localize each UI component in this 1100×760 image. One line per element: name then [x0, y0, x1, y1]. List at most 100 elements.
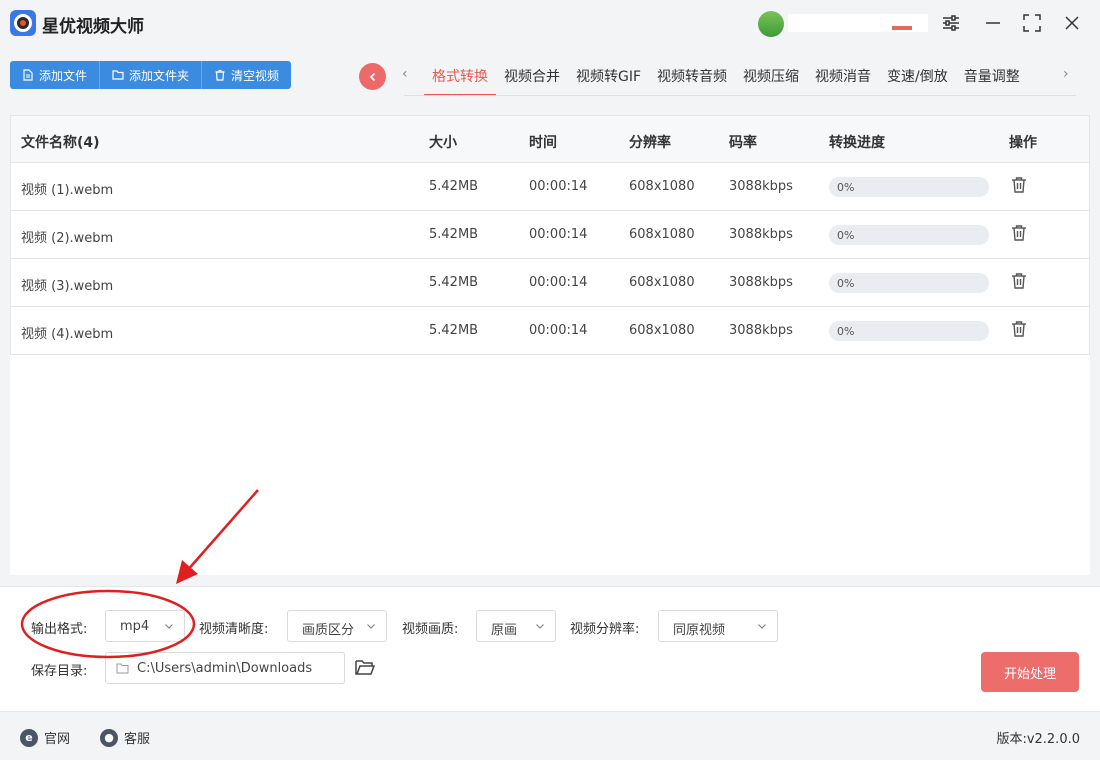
- progress-bar: 0%: [829, 273, 989, 293]
- clarity-label: 视频清晰度:: [199, 622, 269, 637]
- table-row[interactable]: 视频 (1).webm 5.42MB 00:00:14 608x1080 308…: [10, 163, 1090, 211]
- progress-bar: 0%: [829, 225, 989, 245]
- feature-tabs: 格式转换 视频合并 视频转GIF 视频转音频 视频压缩 视频消音 变速/倒放 音…: [424, 56, 1028, 96]
- file-resolution: 608x1080: [629, 275, 695, 290]
- chevron-down-icon: [758, 624, 766, 629]
- file-size: 5.42MB: [429, 227, 479, 242]
- file-resolution: 608x1080: [629, 179, 695, 194]
- tab-video-compress[interactable]: 视频压缩: [735, 56, 807, 96]
- support-link[interactable]: ● 客服: [100, 728, 150, 747]
- progress-text: 0%: [837, 181, 855, 194]
- footer-bar: e 官网 ● 客服 版本:v2.2.0.0: [0, 712, 1100, 760]
- tabs-next-chevron-icon[interactable]: ›: [1063, 66, 1069, 82]
- quality-label: 视频画质:: [402, 622, 459, 637]
- chat-icon: ●: [100, 728, 118, 747]
- resolution-select[interactable]: 同原视频: [658, 610, 778, 642]
- file-size: 5.42MB: [429, 275, 479, 290]
- trash-icon[interactable]: [1009, 271, 1029, 291]
- folder-open-icon[interactable]: [354, 657, 376, 677]
- progress-text: 0%: [837, 325, 855, 338]
- table-row[interactable]: 视频 (3).webm 5.42MB 00:00:14 608x1080 308…: [10, 259, 1090, 307]
- user-name-area[interactable]: [788, 14, 928, 32]
- file-bitrate: 3088kbps: [729, 227, 793, 242]
- chevron-down-icon: [536, 624, 544, 629]
- maximize-icon[interactable]: [1021, 12, 1043, 34]
- file-duration: 00:00:14: [529, 179, 588, 194]
- quality-value: 原画: [491, 623, 518, 638]
- file-resolution: 608x1080: [629, 227, 695, 242]
- user-avatar[interactable]: [758, 11, 784, 37]
- file-bitrate: 3088kbps: [729, 275, 793, 290]
- tabs-divider: [404, 95, 1076, 96]
- save-dir-label: 保存目录:: [31, 664, 88, 679]
- trash-icon[interactable]: [1009, 223, 1029, 243]
- file-name: 视频 (1).webm: [21, 183, 114, 198]
- website-link[interactable]: e 官网: [20, 728, 70, 747]
- progress-text: 0%: [837, 277, 855, 290]
- app-title: 星优视频大师: [42, 17, 144, 37]
- col-progress: 转换进度: [829, 135, 885, 151]
- toolbar-button-group: 添加文件 添加文件夹 清空视频: [10, 61, 292, 89]
- tab-format-convert[interactable]: 格式转换: [424, 56, 496, 96]
- file-icon: [23, 69, 33, 81]
- chevron-down-icon: [165, 624, 173, 629]
- tab-video-to-audio[interactable]: 视频转音频: [649, 56, 735, 96]
- clarity-select[interactable]: 画质区分: [287, 610, 387, 642]
- tab-speed-reverse[interactable]: 变速/倒放: [879, 56, 956, 96]
- clear-videos-button[interactable]: 清空视频: [202, 61, 291, 89]
- tab-video-to-gif[interactable]: 视频转GIF: [568, 56, 649, 96]
- progress-bar: 0%: [829, 321, 989, 341]
- table-header: 文件名称(4) 大小 时间 分辨率 码率 转换进度 操作: [10, 115, 1090, 163]
- add-file-label: 添加文件: [39, 68, 88, 83]
- start-processing-button[interactable]: 开始处理: [981, 652, 1079, 692]
- chevron-down-icon: [367, 624, 375, 629]
- file-bitrate: 3088kbps: [729, 179, 793, 194]
- tabs-prev-chevron-icon[interactable]: ‹: [402, 66, 408, 82]
- file-list-panel: 文件名称(4) 大小 时间 分辨率 码率 转换进度 操作 视频 (1).webm…: [10, 115, 1090, 575]
- tab-video-mute[interactable]: 视频消音: [807, 56, 879, 96]
- close-icon[interactable]: [1061, 12, 1083, 34]
- version-text: 版本:v2.2.0.0: [996, 732, 1080, 747]
- save-dir-value: C:\Users\admin\Downloads: [137, 661, 313, 676]
- output-format-select[interactable]: mp4: [105, 610, 185, 642]
- tab-video-merge[interactable]: 视频合并: [496, 56, 568, 96]
- file-duration: 00:00:14: [529, 275, 588, 290]
- trash-icon[interactable]: [1009, 175, 1029, 195]
- app-logo-icon: [10, 10, 36, 36]
- col-resolution: 分辨率: [629, 135, 671, 151]
- support-label: 客服: [124, 732, 151, 747]
- add-file-button[interactable]: 添加文件: [10, 61, 101, 89]
- file-bitrate: 3088kbps: [729, 323, 793, 338]
- folder-icon: [116, 663, 129, 674]
- globe-e-icon: e: [20, 728, 38, 747]
- minimize-icon[interactable]: [982, 12, 1004, 34]
- col-size: 大小: [429, 135, 457, 151]
- settings-sliders-icon[interactable]: [940, 12, 962, 34]
- add-folder-label: 添加文件夹: [129, 68, 190, 83]
- col-bitrate: 码率: [729, 135, 757, 151]
- chevron-left-icon: [369, 72, 375, 81]
- file-name: 视频 (2).webm: [21, 231, 114, 246]
- output-settings-panel: [0, 586, 1100, 712]
- file-name: 视频 (4).webm: [21, 327, 114, 342]
- file-size: 5.42MB: [429, 179, 479, 194]
- collapse-button[interactable]: [359, 63, 386, 90]
- file-duration: 00:00:14: [529, 323, 588, 338]
- file-size: 5.42MB: [429, 323, 479, 338]
- title-bar: 星优视频大师: [0, 0, 1100, 50]
- progress-text: 0%: [837, 229, 855, 242]
- resolution-label: 视频分辨率:: [570, 622, 640, 637]
- resolution-value: 同原视频: [673, 623, 726, 638]
- table-row[interactable]: 视频 (2).webm 5.42MB 00:00:14 608x1080 308…: [10, 211, 1090, 259]
- tab-volume-adjust[interactable]: 音量调整: [956, 56, 1028, 96]
- table-row[interactable]: 视频 (4).webm 5.42MB 00:00:14 608x1080 308…: [10, 307, 1090, 355]
- save-dir-input[interactable]: C:\Users\admin\Downloads: [105, 652, 345, 684]
- col-duration: 时间: [529, 135, 557, 151]
- file-duration: 00:00:14: [529, 227, 588, 242]
- add-folder-button[interactable]: 添加文件夹: [100, 61, 203, 89]
- output-format-value: mp4: [120, 619, 150, 634]
- trash-icon[interactable]: [1009, 319, 1029, 339]
- output-format-label: 输出格式:: [31, 622, 88, 637]
- file-resolution: 608x1080: [629, 323, 695, 338]
- quality-select[interactable]: 原画: [476, 610, 556, 642]
